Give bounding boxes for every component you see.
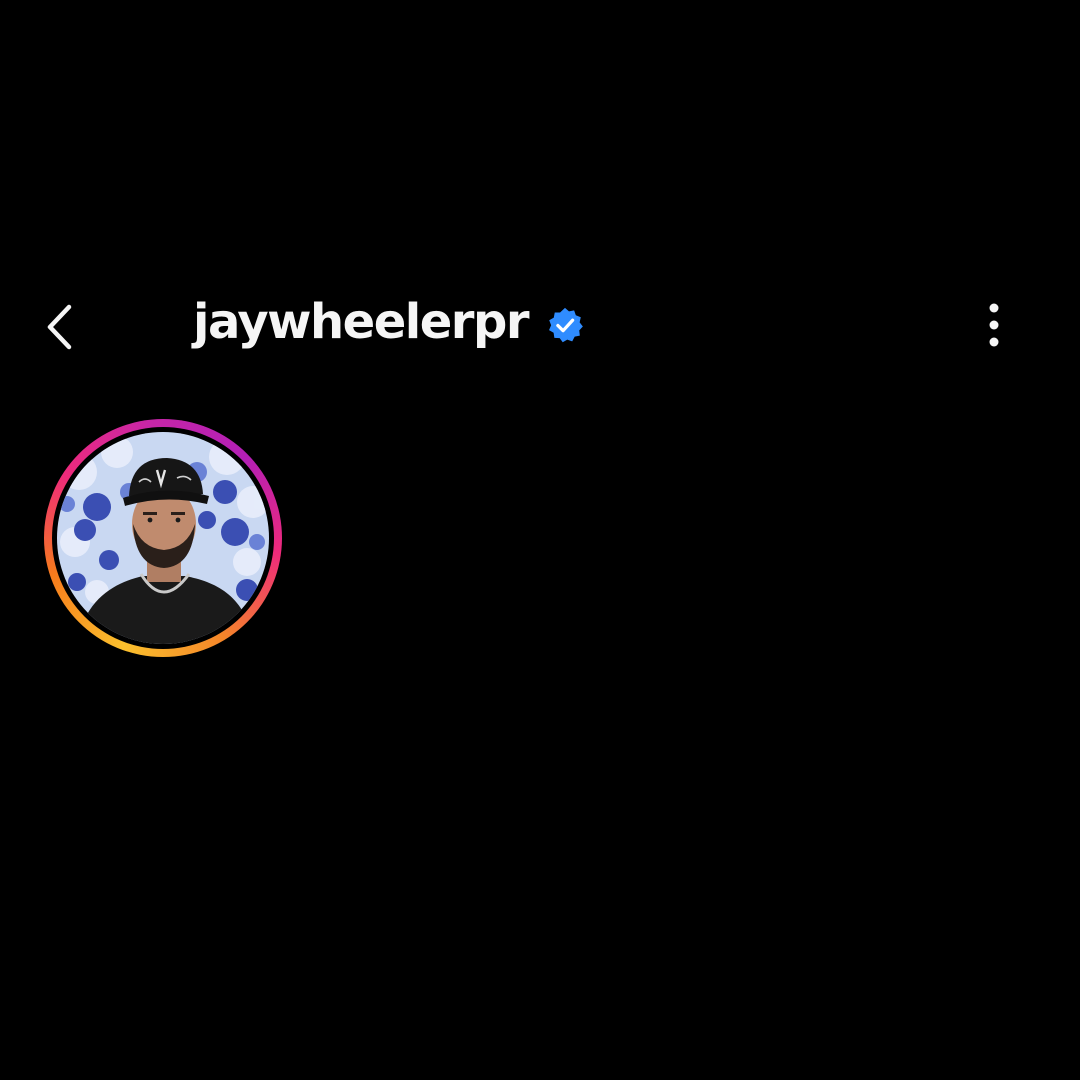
verified-badge-icon [546,306,584,344]
more-vertical-icon [989,303,999,347]
story-ring[interactable] [44,419,282,657]
profile-username: jaywheelerpr [193,294,530,350]
profile-photo [57,432,269,644]
avatar-gap [52,427,274,649]
avatar [57,432,269,644]
chevron-left-icon [47,304,72,350]
more-options-button[interactable] [966,294,1022,356]
profile-header: jaywheelerpr [0,280,1080,370]
back-button[interactable] [30,298,88,356]
title-area: jaywheelerpr [193,290,584,360]
